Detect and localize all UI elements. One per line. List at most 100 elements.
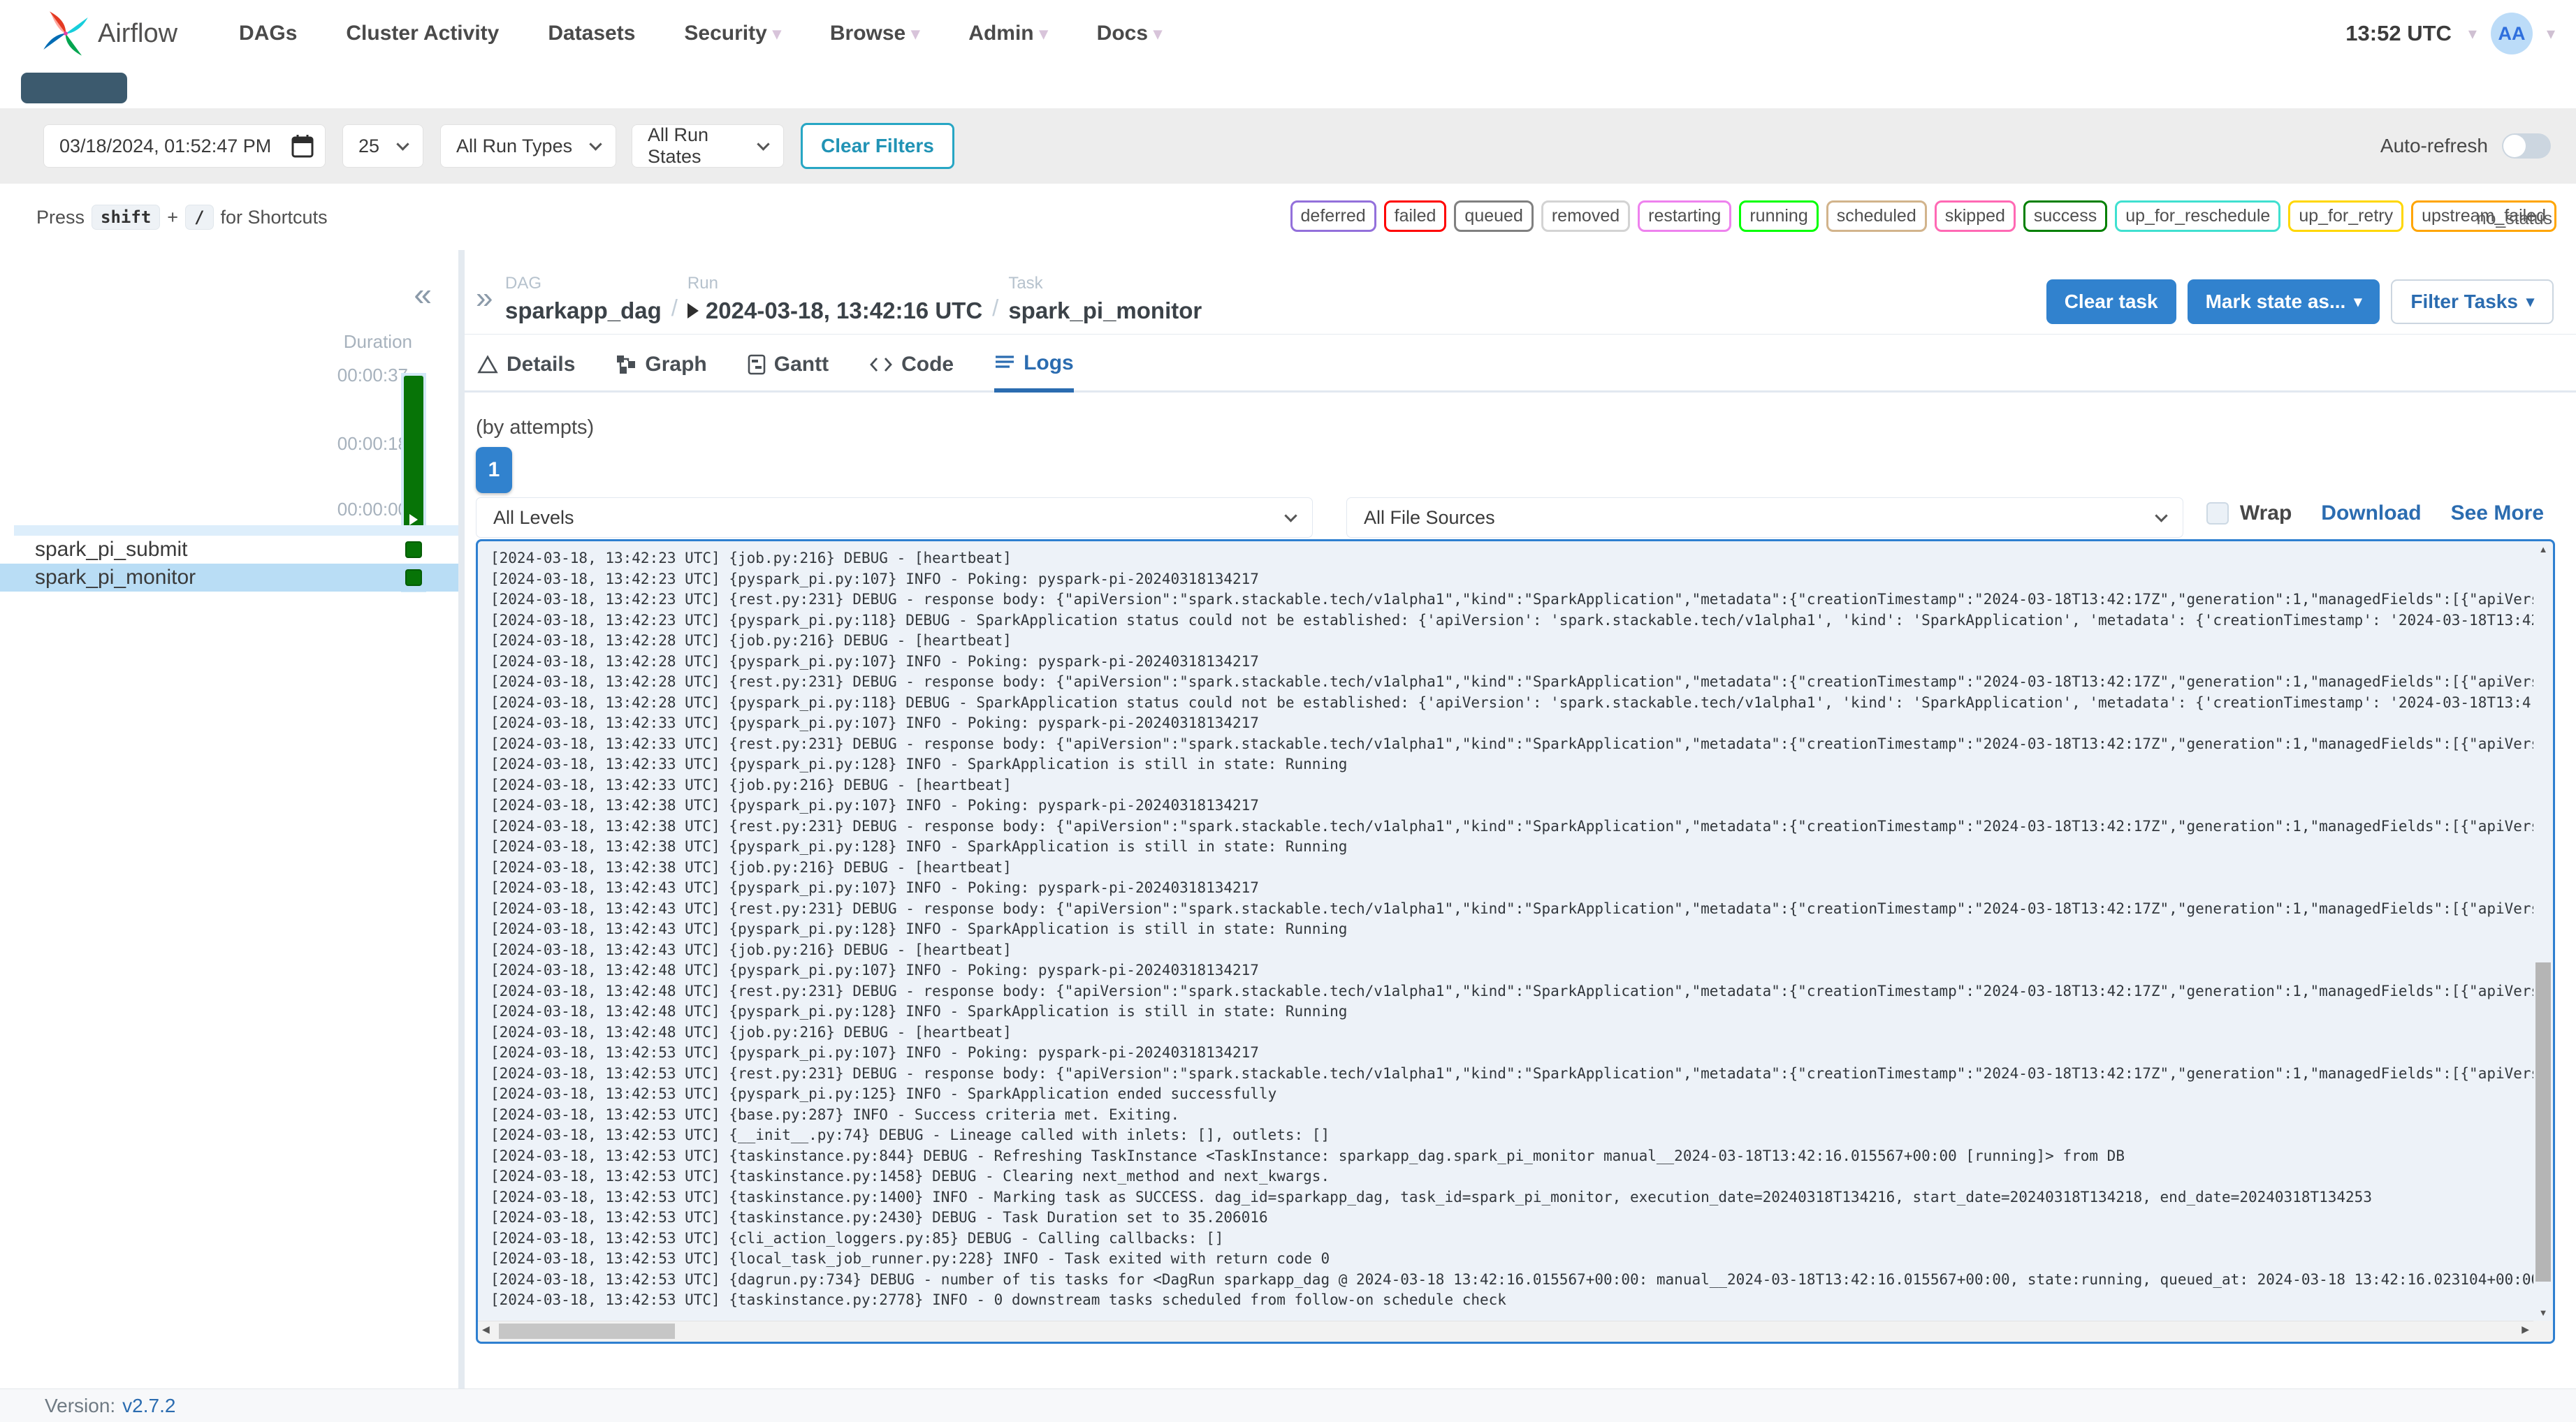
task-row[interactable]: spark_pi_submit	[0, 536, 458, 564]
nav-item-browse[interactable]: Browse ▾	[830, 22, 919, 45]
status-badge: failed	[1383, 200, 1447, 232]
vertical-scrollbar[interactable]: ▲ ▼	[2533, 541, 2553, 1321]
tab-gantt[interactable]: Gantt	[748, 337, 829, 392]
download-log-link[interactable]: Download	[2321, 501, 2421, 525]
chevron-down-icon: ▾	[1154, 24, 1163, 43]
footer: Version: v2.7.2	[0, 1388, 2576, 1422]
task-row[interactable]: spark_pi_monitor	[0, 564, 458, 592]
log-line: [2024-03-18, 13:42:43 UTC] {pyspark_pi.p…	[490, 879, 1259, 896]
manual-run-icon	[687, 303, 699, 318]
log-line: [2024-03-18, 13:42:28 UTC] {pyspark_pi.p…	[490, 652, 1259, 670]
log-line: [2024-03-18, 13:42:23 UTC] {job.py:216} …	[490, 550, 1012, 566]
mark-state-button[interactable]: Mark state as... ▾	[2187, 279, 2380, 324]
status-badge: skipped	[1934, 200, 2016, 232]
gantt-icon	[748, 354, 766, 374]
legend-row: Press shift + / for Shortcuts deferred f…	[0, 184, 2576, 251]
log-line: [2024-03-18, 13:42:38 UTC] {pyspark_pi.p…	[490, 797, 1259, 814]
attempt-1-button[interactable]: 1	[476, 447, 512, 493]
log-line: [2024-03-18, 13:42:53 UTC] {taskinstance…	[490, 1291, 1506, 1308]
tab-bar: Details Graph Gantt Code Logs	[465, 338, 2576, 393]
scroll-left-icon[interactable]: ◀	[482, 1324, 490, 1335]
log-line: [2024-03-18, 13:42:43 UTC] {pyspark_pi.p…	[490, 921, 1348, 937]
wrap-toggle[interactable]: Wrap	[2206, 501, 2292, 525]
chevron-down-icon: ▾	[2354, 293, 2362, 310]
tab-details[interactable]: Details	[477, 337, 575, 392]
nav-item-docs[interactable]: Docs ▾	[1097, 22, 1162, 45]
breadcrumb-separator: /	[671, 295, 678, 321]
breadcrumb-run-label: Run	[687, 274, 718, 293]
scroll-up-icon[interactable]: ▲	[2533, 544, 2553, 555]
horizontal-scrollbar[interactable]: ◀ ▶	[478, 1321, 2533, 1342]
wrap-checkbox[interactable]	[2206, 502, 2229, 525]
version-label: Version:	[45, 1394, 116, 1416]
run-states-select[interactable]: All Run States	[632, 124, 784, 168]
nav-item-cluster-activity[interactable]: Cluster Activity	[346, 22, 499, 45]
breadcrumb-task-value[interactable]: spark_pi_monitor	[1008, 298, 1202, 324]
collapse-sidebar-icon[interactable]: «	[414, 275, 432, 313]
nav-item-admin[interactable]: Admin ▾	[968, 22, 1047, 45]
task-success-square[interactable]	[405, 569, 422, 586]
duration-axis-label: Duration	[343, 331, 412, 352]
log-line: [2024-03-18, 13:42:53 UTC] {taskinstance…	[490, 1188, 2372, 1205]
breadcrumb-separator: /	[992, 295, 999, 321]
duration-tick: 00:00:37	[337, 365, 408, 386]
scroll-right-icon[interactable]: ▶	[2522, 1324, 2529, 1335]
warning-triangle-icon	[477, 354, 498, 373]
page-size-select[interactable]: 25	[342, 124, 423, 168]
breadcrumb-dag-value[interactable]: sparkapp_dag	[505, 298, 662, 324]
logs-icon	[996, 356, 1014, 368]
log-line: [2024-03-18, 13:42:48 UTC] {rest.py:231}…	[490, 982, 2533, 999]
tab-logs[interactable]: Logs	[994, 338, 1074, 393]
expand-panel-icon[interactable]: »	[476, 281, 493, 316]
log-line: [2024-03-18, 13:42:53 UTC] {taskinstance…	[490, 1147, 2125, 1164]
utc-clock[interactable]: 13:52 UTC	[2345, 21, 2452, 46]
status-legend: deferred failed queued removed restartin…	[1290, 200, 2556, 232]
log-line: [2024-03-18, 13:42:48 UTC] {pyspark_pi.p…	[490, 1003, 1348, 1020]
task-success-square[interactable]	[405, 541, 422, 558]
avatar[interactable]: AA	[2490, 13, 2533, 54]
auto-refresh-label: Auto-refresh	[2380, 135, 2488, 156]
no-status-label: no_status	[2476, 209, 2552, 228]
run-duration-bar[interactable]	[404, 376, 423, 529]
log-line: [2024-03-18, 13:42:53 UTC] {base.py:287}…	[490, 1106, 1180, 1123]
top-nav: Airflow DAGs Cluster Activity Datasets S…	[0, 0, 2576, 67]
scrollbar-corner	[2533, 1321, 2553, 1342]
tab-graph[interactable]: Graph	[616, 337, 707, 392]
nav-item-security[interactable]: Security ▾	[684, 22, 780, 45]
version-link[interactable]: v2.7.2	[122, 1395, 175, 1417]
log-line: [2024-03-18, 13:42:33 UTC] {pyspark_pi.p…	[490, 714, 1259, 731]
log-lines: [2024-03-18, 13:42:23 UTC] {job.py:216} …	[478, 541, 2533, 1321]
log-line: [2024-03-18, 13:42:38 UTC] {job.py:216} …	[490, 858, 1012, 876]
log-line: [2024-03-18, 13:42:53 UTC] {cli_action_l…	[490, 1229, 1224, 1247]
sidebar-divider[interactable]	[458, 250, 465, 1388]
log-line: [2024-03-18, 13:42:38 UTC] {pyspark_pi.p…	[490, 838, 1348, 855]
auto-refresh-toggle[interactable]	[2502, 133, 2551, 159]
vertical-scroll-thumb[interactable]	[2535, 962, 2551, 1282]
log-line: [2024-03-18, 13:42:23 UTC] {pyspark_pi.p…	[490, 570, 1259, 587]
log-line: [2024-03-18, 13:42:28 UTC] {pyspark_pi.p…	[490, 694, 2533, 711]
status-badge: up_for_reschedule	[2115, 200, 2281, 232]
run-types-select[interactable]: All Run Types	[440, 124, 616, 168]
graph-icon	[617, 355, 636, 374]
see-more-link[interactable]: See More	[2451, 501, 2544, 525]
log-level-select[interactable]: All Levels	[476, 497, 1313, 538]
tab-code[interactable]: Code	[869, 337, 954, 392]
clear-filters-button[interactable]: Clear Filters	[801, 123, 954, 169]
file-source-select[interactable]: All File Sources	[1346, 497, 2183, 538]
log-line: [2024-03-18, 13:42:43 UTC] {rest.py:231}…	[490, 900, 2533, 917]
breadcrumb-run-value[interactable]: 2024-03-18, 13:42:16 UTC	[687, 298, 982, 324]
scroll-down-icon[interactable]: ▼	[2533, 1307, 2553, 1318]
code-icon	[870, 357, 892, 372]
task-name: spark_pi_submit	[35, 538, 188, 561]
nav-item-dags[interactable]: DAGs	[239, 22, 297, 45]
filter-tasks-button[interactable]: Filter Tasks ▾	[2391, 279, 2554, 324]
run-datetime-input[interactable]	[43, 124, 326, 168]
airflow-logo-icon[interactable]	[41, 7, 91, 60]
nav-item-datasets[interactable]: Datasets	[548, 22, 635, 45]
breadcrumb-dag-label: DAG	[505, 274, 542, 293]
clear-task-button[interactable]: Clear task	[2046, 279, 2176, 324]
duration-tick: 00:00:18	[337, 433, 408, 454]
nav-menu: DAGs Cluster Activity Datasets Security ▾…	[239, 22, 1162, 45]
horizontal-scroll-thumb[interactable]	[499, 1324, 675, 1339]
breadcrumb-task-label: Task	[1008, 274, 1043, 293]
